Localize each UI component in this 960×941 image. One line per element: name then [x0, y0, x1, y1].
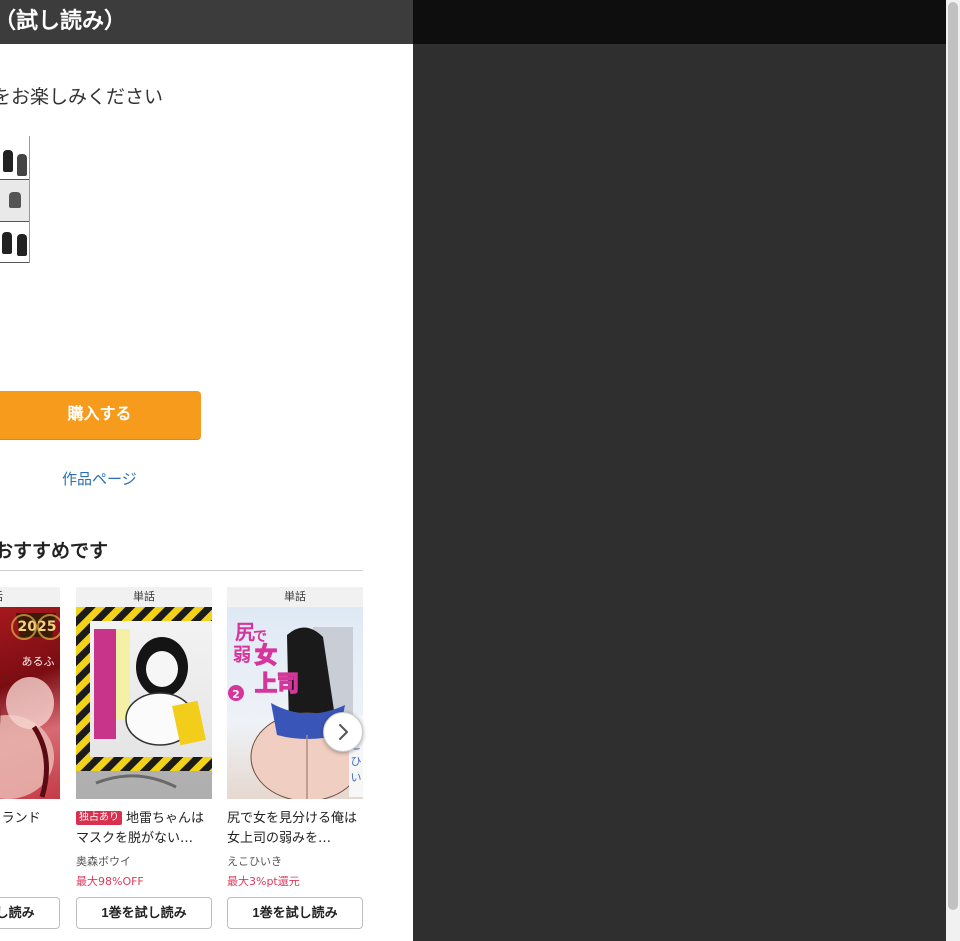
info-panel: （試し読み） をお楽しみください 購入する 作品ページ おすすめです 単話 20…: [0, 0, 413, 941]
panel-header: （試し読み）: [0, 0, 413, 44]
card-title[interactable]: ドリームワイランド: [0, 809, 60, 849]
scrollbar-thumb[interactable]: [948, 2, 958, 910]
svg-text:ひ: ひ: [351, 755, 362, 768]
card-author[interactable]: [0, 853, 60, 869]
svg-text:尻: 尻: [235, 620, 255, 644]
recommend-section-title: おすすめです: [0, 540, 109, 562]
section-divider: [0, 570, 363, 571]
card-format-label: 単話: [0, 587, 60, 607]
panel-title: （試し読み）: [0, 9, 127, 34]
svg-text:弱: 弱: [233, 645, 251, 666]
card-price: 最大98%OFF: [76, 875, 144, 888]
card-author[interactable]: 奥森ボウイ: [76, 853, 212, 869]
trial-read-button[interactable]: 1巻を試し読み: [76, 897, 212, 929]
card-price: [0, 873, 60, 889]
work-page-link[interactable]: 作品ページ: [62, 468, 137, 489]
card-format-label: 単話: [76, 587, 212, 607]
card-cover-image[interactable]: 2025 あるふ: [0, 607, 60, 799]
viewer-top-bar: [413, 0, 946, 44]
trial-read-button[interactable]: 1巻を試し読み: [0, 897, 60, 929]
svg-text:女: 女: [255, 643, 277, 669]
svg-text:上司: 上司: [255, 672, 299, 697]
sample-page-thumbnail[interactable]: [0, 136, 30, 263]
svg-text:い: い: [351, 771, 362, 784]
card-title[interactable]: 尻で女を見分ける俺は女上司の弱みを…: [227, 809, 363, 849]
cover-artwork: [76, 607, 212, 799]
viewer-area: [413, 44, 946, 941]
thumbnail-panel: [0, 136, 29, 180]
panel-subtitle: をお楽しみください: [0, 86, 164, 108]
svg-text:2: 2: [232, 688, 240, 701]
purchase-button[interactable]: 購入する: [0, 391, 201, 439]
card-author[interactable]: えこひいき: [227, 853, 363, 869]
svg-text:で: で: [253, 629, 267, 645]
cover-artwork: 2025 あるふ: [0, 613, 60, 799]
card-format-label: 単話: [227, 587, 363, 607]
card-title[interactable]: 独占あり 地雷ちゃんはマスクを脱がない…: [76, 809, 212, 849]
thumbnail-panel: [0, 180, 29, 222]
card-cover-image[interactable]: 尻 で 弱 女 上司 2 え こ ひ い: [227, 607, 363, 799]
cover-artwork: 尻 で 弱 女 上司 2 え こ ひ い: [228, 620, 363, 799]
card-cover-image[interactable]: [76, 607, 212, 799]
trial-read-button[interactable]: 1巻を試し読み: [227, 897, 363, 929]
carousel-next-button[interactable]: [323, 712, 363, 752]
cover-author-mark: あるふ: [22, 655, 55, 668]
card-price: 最大3%pt還元: [227, 875, 300, 888]
recommend-card[interactable]: 単話 2025 あるふ ドリームワイランド 1巻を試し読み: [0, 587, 60, 929]
thumbnail-panel: [0, 222, 29, 263]
recommend-card[interactable]: 単話 独占あり 地雷ちゃんはマスクを脱がない… 奥森ボウイ 最大98%OFF 1…: [76, 587, 212, 929]
exclusive-badge: 独占あり: [76, 811, 122, 825]
chevron-right-icon: [339, 724, 348, 740]
